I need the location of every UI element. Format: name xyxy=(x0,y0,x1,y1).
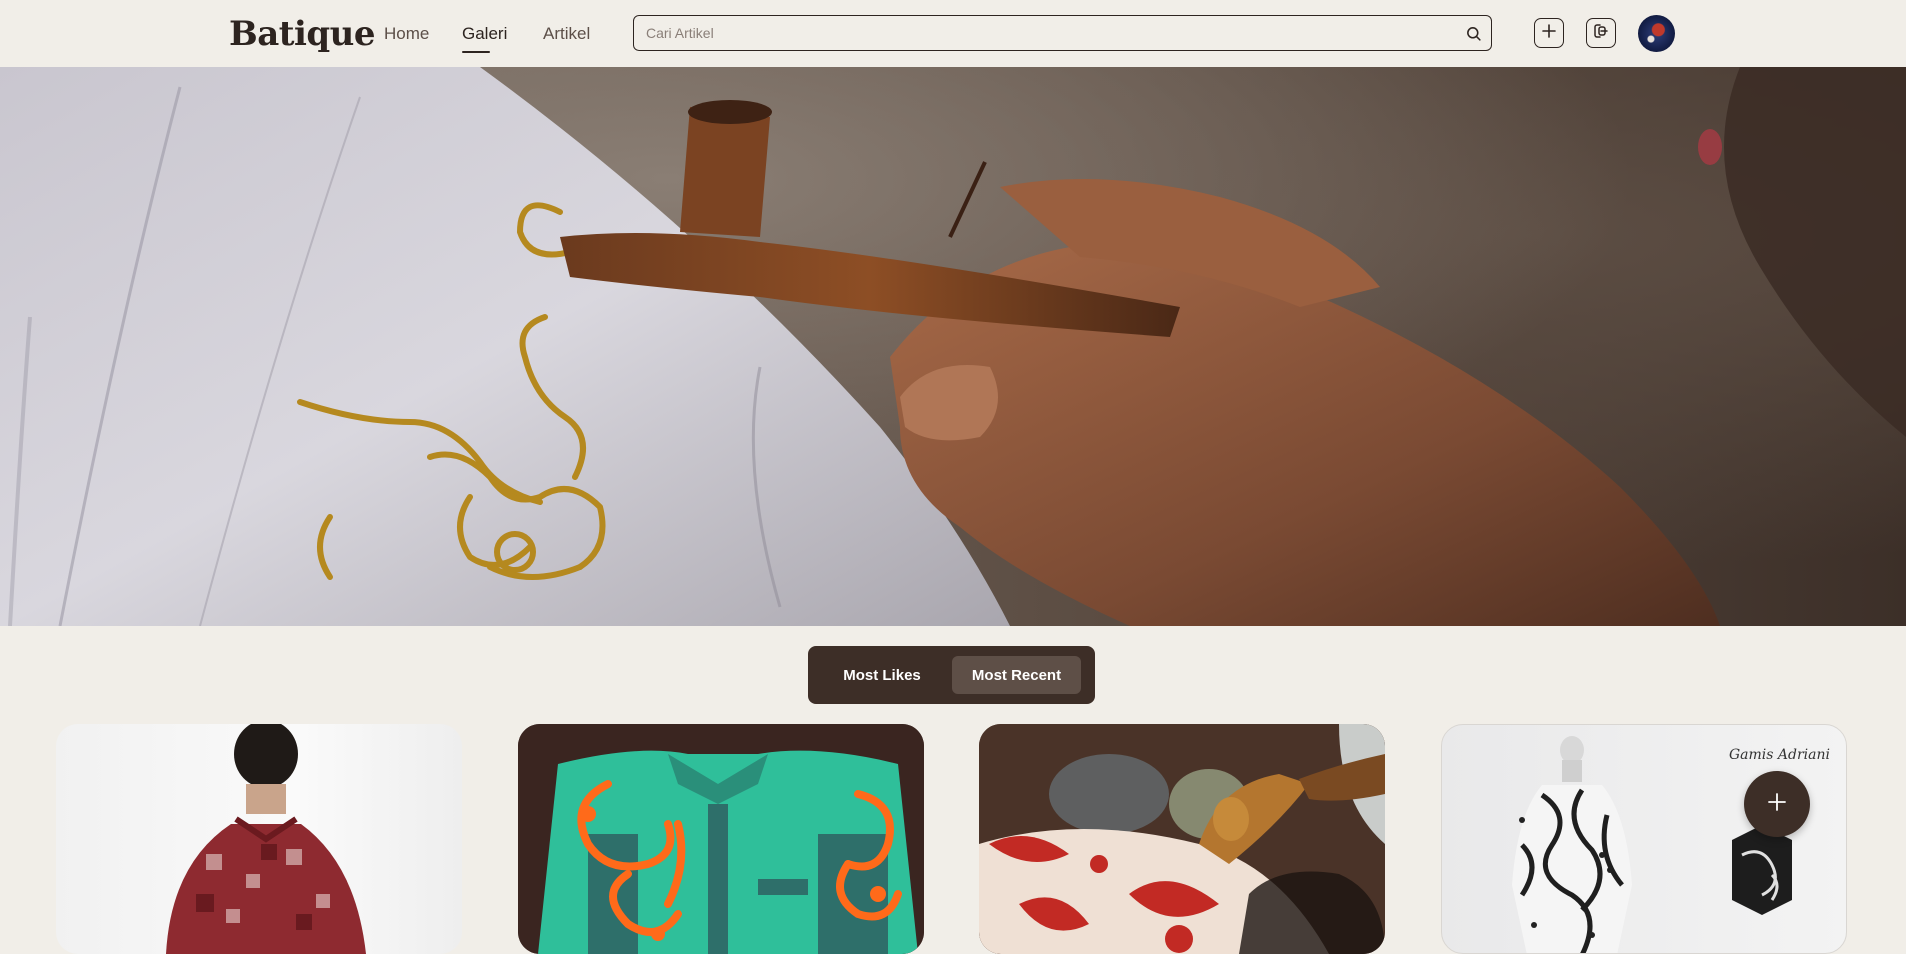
top-navbar: Batique Home Galeri Artikel xyxy=(0,0,1906,67)
nav-active-underline xyxy=(462,51,490,53)
gallery-card[interactable] xyxy=(518,724,924,954)
card-caption: Gamis Adriani xyxy=(1729,747,1831,763)
search-input[interactable] xyxy=(634,16,1455,50)
add-post-button[interactable] xyxy=(1534,18,1564,48)
gallery-card[interactable]: Gamis Adriani xyxy=(1441,724,1847,954)
logout-button[interactable] xyxy=(1586,18,1616,48)
card-image-teal-orange-batik-shirt xyxy=(518,724,924,954)
hero-banner xyxy=(0,67,1906,626)
nav-link-galeri[interactable]: Galeri xyxy=(462,24,507,44)
nav-link-home[interactable]: Home xyxy=(384,24,429,44)
hero-image-canting-batik xyxy=(0,67,1906,626)
logout-square-icon xyxy=(1592,22,1610,45)
search-bar xyxy=(633,15,1492,51)
search-icon[interactable] xyxy=(1455,16,1491,50)
sort-most-likes-button[interactable]: Most Likes xyxy=(818,656,946,694)
user-avatar[interactable] xyxy=(1638,15,1675,52)
sort-toggle: Most Likes Most Recent xyxy=(808,646,1095,704)
card-image-canting-on-batik xyxy=(979,724,1385,954)
gallery-card[interactable] xyxy=(56,724,462,954)
gallery-card[interactable] xyxy=(979,724,1385,954)
nav-link-artikel[interactable]: Artikel xyxy=(543,24,590,44)
sort-most-recent-button[interactable]: Most Recent xyxy=(952,656,1081,694)
brand-logo[interactable]: Batique xyxy=(229,14,376,54)
gallery-grid: Gamis Adriani xyxy=(0,724,1906,954)
card-image-red-batik-shirt xyxy=(166,724,366,954)
plus-icon xyxy=(1767,792,1787,817)
floating-add-button[interactable] xyxy=(1744,771,1810,837)
plus-square-icon xyxy=(1541,23,1557,44)
